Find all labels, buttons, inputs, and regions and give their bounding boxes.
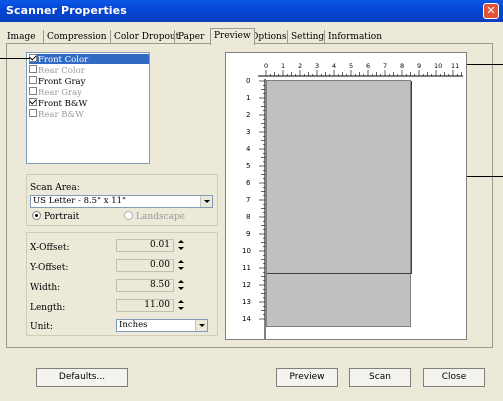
scan-area-group: Scan Area: US Letter - 8.5" x 11" Portra… xyxy=(26,174,218,226)
ruler-label: 4 xyxy=(246,145,251,153)
scan-area-page[interactable] xyxy=(266,80,412,327)
preview-button[interactable]: Preview xyxy=(276,368,338,387)
scan-area-bottom-edge xyxy=(267,273,412,274)
tab-compression[interactable]: Compression xyxy=(43,30,110,44)
callout-line-left xyxy=(0,58,30,59)
arrow-down-icon[interactable] xyxy=(176,266,186,272)
arrow-down-icon[interactable] xyxy=(176,246,186,252)
radio-selected-icon[interactable] xyxy=(32,211,41,220)
list-item[interactable]: Front Color xyxy=(29,54,149,65)
landscape-radio: Landscape xyxy=(124,211,185,222)
ruler-label: 9 xyxy=(246,230,251,238)
ruler-label: 10 xyxy=(434,63,442,70)
checkbox-icon[interactable] xyxy=(29,98,37,106)
window-title: Scanner Properties xyxy=(6,4,127,17)
ruler-label: 5 xyxy=(349,63,353,70)
list-item[interactable]: Front Gray xyxy=(29,76,85,87)
y-offset-label: Y-Offset: xyxy=(30,263,69,273)
scan-area-value: US Letter - 8.5" x 11" xyxy=(33,196,126,206)
dimensions-group: X-Offset: 0.01 Y-Offset: 0.00 Width: 8.5… xyxy=(26,232,218,336)
ruler-label: 0 xyxy=(264,63,268,70)
checkbox-icon[interactable] xyxy=(29,76,37,84)
ruler-label: 12 xyxy=(242,281,251,289)
checkbox-icon xyxy=(29,109,37,117)
list-item[interactable]: Front B&W xyxy=(29,98,87,109)
scanner-properties-window: Scanner Properties ✕ Image Compression C… xyxy=(0,0,503,401)
portrait-radio[interactable]: Portrait xyxy=(32,211,79,222)
unit-value: Inches xyxy=(119,320,148,330)
unit-select[interactable]: Inches xyxy=(116,319,208,332)
checkbox-icon xyxy=(29,65,37,73)
length-label: Length: xyxy=(30,303,66,313)
arrow-up-icon[interactable] xyxy=(176,239,186,245)
ruler-label: 5 xyxy=(246,162,251,170)
scan-area-label: Scan Area: xyxy=(30,183,80,193)
scan-button[interactable]: Scan xyxy=(349,368,411,387)
arrow-up-icon[interactable] xyxy=(176,259,186,265)
width-label: Width: xyxy=(30,283,61,293)
ruler-label: 11 xyxy=(451,63,459,70)
length-field[interactable]: 11.00 xyxy=(116,299,174,312)
title-bar[interactable]: Scanner Properties ✕ xyxy=(0,0,503,22)
ruler-label: 7 xyxy=(383,63,387,70)
ruler-label: 4 xyxy=(332,63,336,70)
list-item: Rear Gray xyxy=(29,87,82,98)
ruler-label: 6 xyxy=(366,63,370,70)
ruler-label: 1 xyxy=(281,63,285,70)
checkbox-icon[interactable] xyxy=(29,54,37,62)
horizontal-ruler: 0 1 2 3 4 5 6 7 8 9 10 11 xyxy=(258,62,463,77)
tab-preview[interactable]: Preview xyxy=(210,28,255,45)
width-spinner[interactable] xyxy=(176,279,186,292)
ruler-label: 7 xyxy=(246,196,251,204)
tab-color-dropout[interactable]: Color Dropout xyxy=(110,30,182,44)
ruler-label: 8 xyxy=(246,213,251,221)
ruler-label: 9 xyxy=(417,63,421,70)
ruler-label: 8 xyxy=(400,63,404,70)
scan-area-right-edge xyxy=(411,81,412,274)
length-spinner[interactable] xyxy=(176,299,186,312)
width-field[interactable]: 8.50 xyxy=(116,279,174,292)
arrow-up-icon[interactable] xyxy=(176,279,186,285)
ruler-label: 14 xyxy=(242,315,251,323)
y-offset-field[interactable]: 0.00 xyxy=(116,259,174,272)
defaults-button[interactable]: Defaults... xyxy=(36,368,128,387)
ruler-label: 2 xyxy=(246,111,251,119)
ruler-label: 0 xyxy=(246,77,251,85)
tab-information[interactable]: Information xyxy=(324,30,385,44)
y-offset-spinner[interactable] xyxy=(176,259,186,272)
arrow-down-icon[interactable] xyxy=(176,306,186,312)
checkbox-icon xyxy=(29,87,37,95)
ruler-label: 1 xyxy=(246,94,251,102)
tab-setting[interactable]: Setting xyxy=(287,30,327,44)
ruler-label: 11 xyxy=(242,264,251,272)
chevron-down-icon[interactable] xyxy=(200,196,212,207)
unit-label: Unit: xyxy=(30,322,53,332)
ruler-label: 3 xyxy=(315,63,319,70)
ruler-label: 10 xyxy=(242,247,251,255)
ruler-label: 3 xyxy=(246,128,251,136)
ruler-label: 13 xyxy=(242,298,251,306)
preview-area[interactable]: 0 1 2 3 4 5 6 7 8 9 10 11 0 1 2 3 4 5 6 7 8 9 10 11 12 13 14 xyxy=(225,52,467,340)
vertical-ruler: 0 1 2 3 4 5 6 7 8 9 10 11 12 13 14 xyxy=(242,77,266,339)
tab-paper[interactable]: Paper xyxy=(174,30,207,44)
close-window-button[interactable]: ✕ xyxy=(483,3,499,19)
arrow-up-icon[interactable] xyxy=(176,299,186,305)
list-item: Rear Color xyxy=(29,65,85,76)
x-offset-label: X-Offset: xyxy=(30,243,70,253)
arrow-down-icon[interactable] xyxy=(176,286,186,292)
list-item: Rear B&W xyxy=(29,109,84,120)
chevron-down-icon[interactable] xyxy=(195,320,207,331)
radio-icon xyxy=(124,211,133,220)
tab-image[interactable]: Image xyxy=(4,30,39,44)
horizontal-ruler-svg: 0 1 2 3 4 5 6 7 8 9 10 11 xyxy=(258,62,463,77)
image-selection-list[interactable]: Front Color Rear Color Front Gray Rear G… xyxy=(26,52,150,164)
scan-area-select[interactable]: US Letter - 8.5" x 11" xyxy=(30,195,213,208)
x-offset-spinner[interactable] xyxy=(176,239,186,252)
ruler-label: 2 xyxy=(298,63,302,70)
ruler-label: 6 xyxy=(246,179,251,187)
close-button[interactable]: Close xyxy=(423,368,485,387)
x-offset-field[interactable]: 0.01 xyxy=(116,239,174,252)
vertical-ruler-svg xyxy=(259,79,266,339)
